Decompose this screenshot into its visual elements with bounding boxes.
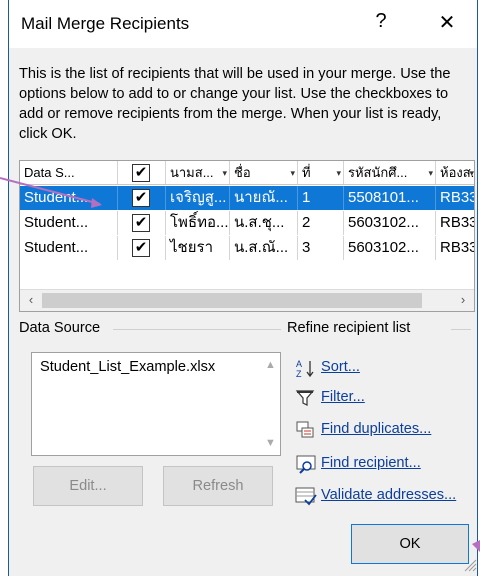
filter-icon (295, 390, 315, 406)
cell-firstname: น.ส.ชุ... (230, 211, 298, 235)
svg-text:Z: Z (296, 369, 302, 378)
include-checkbox[interactable]: ✔ (132, 189, 150, 207)
svg-text:A: A (296, 359, 302, 369)
cell-number: 2 (298, 211, 344, 235)
column-header-checkbox[interactable]: ✔ (118, 161, 166, 184)
cell-room: RB3304 (436, 186, 474, 210)
refine-label: Refine recipient list (287, 320, 411, 336)
filter-link[interactable]: Filter... (321, 389, 365, 405)
validate-icon (295, 487, 317, 506)
find-recipient-link[interactable]: Find recipient... (321, 455, 421, 471)
cell-student-id: 5603102... (344, 236, 436, 260)
table-row[interactable]: Student... ✔ ไชยรา น.ส.ณั... 3 5603102..… (20, 236, 474, 260)
cell-lastname: โพธิ์ทอ... (166, 211, 230, 235)
cell-source: Student... (20, 186, 118, 210)
column-header-data-source[interactable]: Data S... (20, 161, 118, 184)
include-checkbox[interactable]: ✔ (132, 239, 150, 257)
close-button[interactable]: ✕ (435, 10, 459, 35)
dialog-title: Mail Merge Recipients (21, 14, 190, 33)
chevron-down-icon[interactable]: ▾ (222, 161, 227, 184)
horizontal-scrollbar[interactable]: ‹ › (20, 289, 474, 311)
sort-icon: A Z (296, 359, 314, 378)
grid-header-row: Data S... ✔ นามส... ▾ ชื่อ ▾ ที่ ▾ รหัสนักศ… (20, 161, 474, 185)
validate-addresses-link[interactable]: Validate addresses... (321, 487, 456, 503)
duplicates-icon (296, 421, 314, 438)
ok-button[interactable]: OK (351, 524, 469, 564)
cell-firstname: นายณั... (230, 186, 298, 210)
data-source-label: Data Source (19, 320, 101, 336)
cell-number: 3 (298, 236, 344, 260)
column-header-lastname[interactable]: นามส... ▾ (166, 161, 230, 184)
scroll-left-icon[interactable]: ‹ (22, 292, 40, 307)
cell-student-id: 5508101... (344, 186, 436, 210)
column-header-room[interactable]: ห้องส...▾ (436, 161, 474, 184)
chevron-down-icon[interactable]: ▾ (336, 161, 341, 184)
column-header-student-id[interactable]: รหัสนักศึ... ▾ (344, 161, 436, 184)
cell-firstname: น.ส.ณั... (230, 236, 298, 260)
data-source-list[interactable]: Student_List_Example.xlsx ▲ ▼ (31, 352, 281, 456)
find-duplicates-link[interactable]: Find duplicates... (321, 421, 431, 437)
refresh-button[interactable]: Refresh (163, 466, 273, 506)
edit-button[interactable]: Edit... (33, 466, 143, 506)
cell-source: Student... (20, 236, 118, 260)
dialog-description: This is the list of recipients that will… (19, 66, 451, 142)
scroll-down-icon[interactable]: ▼ (265, 437, 276, 449)
scroll-up-icon[interactable]: ▲ (265, 359, 276, 371)
chevron-down-icon[interactable]: ▾ (428, 161, 433, 184)
cell-checkbox: ✔ (118, 236, 166, 260)
sort-link[interactable]: Sort... (321, 359, 360, 375)
include-checkbox[interactable]: ✔ (132, 214, 150, 232)
list-vertical-scrollbar[interactable]: ▲ ▼ (262, 353, 280, 455)
resize-grip-icon[interactable] (461, 556, 477, 572)
mail-merge-dialog: Mail Merge Recipients ? ✕ This is the li… (8, 0, 478, 576)
cell-checkbox: ✔ (118, 186, 166, 210)
chevron-down-icon[interactable]: ▾ (469, 161, 474, 184)
chevron-down-icon[interactable]: ▾ (290, 161, 295, 184)
scroll-right-icon[interactable]: › (454, 292, 472, 307)
data-source-divider (113, 329, 281, 330)
cell-number: 1 (298, 186, 344, 210)
select-all-checkbox[interactable]: ✔ (132, 164, 150, 182)
refine-divider (451, 329, 471, 330)
find-recipient-icon (296, 455, 316, 474)
cell-source: Student... (20, 211, 118, 235)
column-header-number[interactable]: ที่ ▾ (298, 161, 344, 184)
column-header-firstname[interactable]: ชื่อ ▾ (230, 161, 298, 184)
cell-room: RB3304 (440, 239, 474, 256)
recipients-grid[interactable]: Data S... ✔ นามส... ▾ ชื่อ ▾ ที่ ▾ รหัสนักศ… (19, 160, 475, 312)
title-bar: Mail Merge Recipients ? ✕ (9, 0, 477, 48)
scrollbar-thumb[interactable] (42, 293, 422, 308)
list-item[interactable]: Student_List_Example.xlsx (40, 359, 215, 375)
cell-lastname: เจริญสู... (166, 186, 230, 210)
table-row[interactable]: Student... ✔ เจริญสู... นายณั... 1 55081… (20, 186, 474, 210)
table-row[interactable]: Student... ✔ โพธิ์ทอ... น.ส.ชุ... 2 5603… (20, 211, 474, 235)
cell-student-id: 5603102... (344, 211, 436, 235)
cell-checkbox: ✔ (118, 211, 166, 235)
help-button[interactable]: ? (371, 10, 391, 33)
cell-lastname: ไชยรา (166, 236, 230, 260)
cell-room: RB3304 (440, 214, 474, 231)
